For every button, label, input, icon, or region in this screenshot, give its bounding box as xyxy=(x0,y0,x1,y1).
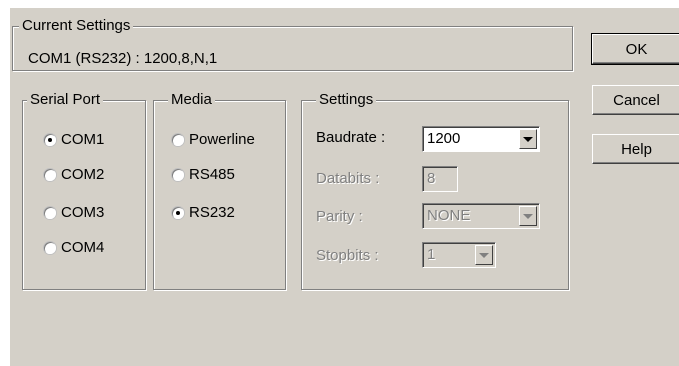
settings-legend: Settings xyxy=(316,91,377,109)
serial-port-legend: Serial Port xyxy=(27,91,104,109)
databits-label: Databits : xyxy=(316,170,380,187)
chevron-down-icon xyxy=(475,245,493,265)
radio-button-icon xyxy=(44,206,56,219)
radio-button-icon xyxy=(44,241,56,254)
help-button[interactable]: Help xyxy=(592,134,679,164)
stopbits-label: Stopbits : xyxy=(316,247,379,264)
chevron-down-icon[interactable] xyxy=(519,129,537,149)
media-group: Media xyxy=(153,91,286,290)
radio-button-icon xyxy=(172,133,184,146)
radio-rs485[interactable]: RS485 xyxy=(172,166,235,183)
radio-com1-label: COM1 xyxy=(61,131,105,148)
baudrate-value: 1200 xyxy=(427,130,461,147)
media-legend: Media xyxy=(168,91,215,109)
radio-button-icon xyxy=(44,168,56,181)
parity-label: Parity : xyxy=(316,208,363,225)
radio-com2-label: COM2 xyxy=(61,166,105,183)
parity-value: NONE xyxy=(427,207,471,224)
radio-button-icon xyxy=(172,168,184,181)
radio-com2[interactable]: COM2 xyxy=(44,166,104,183)
radio-com3-label: COM3 xyxy=(61,204,105,221)
databits-field: 8 xyxy=(422,166,458,192)
current-settings-value: COM1 (RS232) : 1200,8,N,1 xyxy=(28,50,218,67)
radio-rs232-label: RS232 xyxy=(189,204,235,221)
radio-rs485-label: RS485 xyxy=(189,166,235,183)
current-settings-legend: Current Settings xyxy=(19,17,134,35)
radio-com1[interactable]: COM1 xyxy=(44,131,104,148)
radio-button-icon xyxy=(44,133,56,146)
chevron-down-icon xyxy=(519,206,537,226)
baudrate-label: Baudrate : xyxy=(316,129,386,146)
stopbits-dropdown: 1 xyxy=(422,242,496,268)
stopbits-value: 1 xyxy=(427,246,436,263)
radio-com4-label: COM4 xyxy=(61,239,105,256)
radio-com4[interactable]: COM4 xyxy=(44,239,104,256)
baudrate-dropdown[interactable]: 1200 xyxy=(422,126,540,152)
radio-powerline-label: Powerline xyxy=(189,131,255,148)
ok-button[interactable]: OK xyxy=(591,33,679,65)
serial-port-group: Serial Port xyxy=(22,91,146,290)
radio-button-icon xyxy=(172,206,184,219)
parity-dropdown: NONE xyxy=(422,203,540,229)
radio-com3[interactable]: COM3 xyxy=(44,204,104,221)
databits-value: 8 xyxy=(427,170,436,187)
radio-rs232[interactable]: RS232 xyxy=(172,204,235,221)
radio-powerline[interactable]: Powerline xyxy=(172,131,255,148)
com-settings-dialog: Current Settings COM1 (RS232) : 1200,8,N… xyxy=(10,8,679,366)
cancel-button[interactable]: Cancel xyxy=(592,85,679,115)
